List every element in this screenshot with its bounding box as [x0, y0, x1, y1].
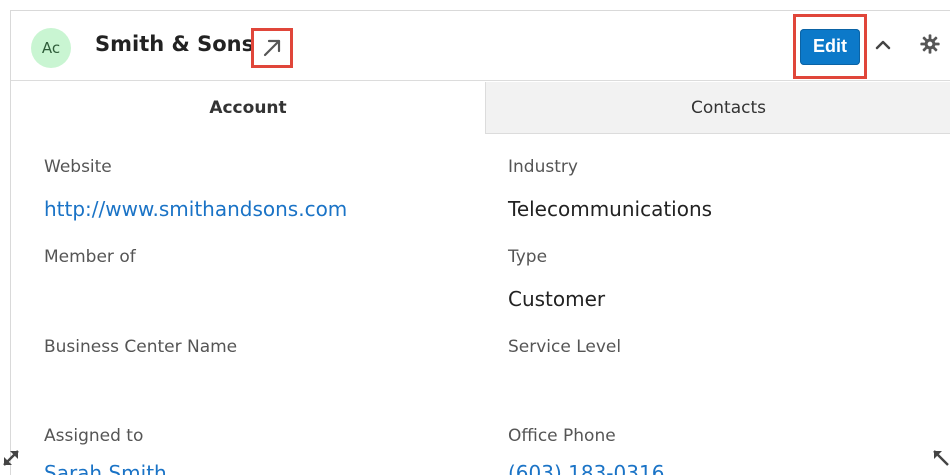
- resize-expand-icon: [3, 450, 19, 466]
- website-link[interactable]: http://www.smithandsons.com: [44, 197, 347, 221]
- service-level-label: Service Level: [508, 337, 622, 357]
- record-tabs: Account Contacts: [11, 82, 950, 134]
- record-header: Ac Smith & Sons Edit: [11, 11, 950, 81]
- assigned-to-label: Assigned to: [44, 426, 144, 446]
- office-phone-label: Office Phone: [508, 426, 616, 446]
- settings-button[interactable]: [919, 33, 941, 55]
- collapse-button[interactable]: [873, 35, 893, 55]
- open-record-icon: [263, 39, 281, 57]
- resize-expand-icon: [933, 450, 949, 466]
- tab-contacts[interactable]: Contacts: [485, 82, 950, 134]
- type-label: Type: [508, 247, 548, 267]
- resize-right-handle[interactable]: [928, 445, 950, 469]
- avatar-text: Ac: [41, 39, 61, 57]
- office-phone-link[interactable]: (603) 183-0316: [508, 461, 664, 475]
- industry-label: Industry: [508, 157, 578, 177]
- record-dashlet: Ac Smith & Sons Edit Account Contacts We…: [10, 10, 950, 475]
- gear-icon: [920, 34, 940, 54]
- business-center-label: Business Center Name: [44, 337, 238, 357]
- tab-account[interactable]: Account: [11, 82, 485, 134]
- chevron-up-icon: [875, 40, 891, 50]
- avatar: Ac: [31, 28, 71, 68]
- type-value: Customer: [508, 287, 606, 311]
- edit-button-highlight: Edit: [793, 14, 867, 79]
- member-of-label: Member of: [44, 247, 136, 267]
- resize-left-handle[interactable]: [0, 445, 24, 469]
- edit-button[interactable]: Edit: [800, 28, 860, 65]
- industry-value: Telecommunications: [508, 197, 713, 221]
- assigned-to-link[interactable]: Sarah Smith: [44, 461, 167, 475]
- website-label: Website: [44, 157, 112, 177]
- open-record-button[interactable]: [251, 28, 293, 68]
- record-title: Smith & Sons: [95, 32, 255, 56]
